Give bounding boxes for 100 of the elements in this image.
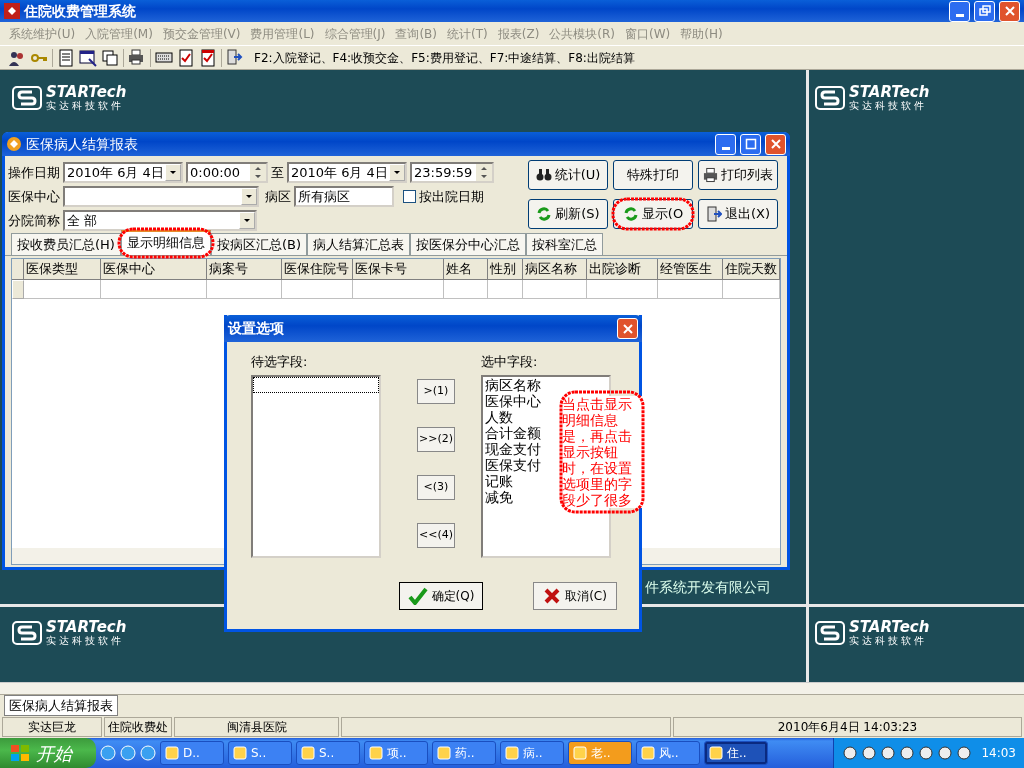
- app-icon: [301, 746, 315, 760]
- list-item[interactable]: 人数: [483, 408, 513, 425]
- toolbar-button[interactable]: 退出(X): [698, 198, 778, 229]
- tab[interactable]: 按医保分中心汇总: [410, 232, 526, 255]
- column-header[interactable]: 医保住院号: [282, 259, 354, 280]
- list-item[interactable]: 医保中心: [483, 392, 541, 409]
- logo-icon: [12, 621, 42, 645]
- checkmark-icon: [407, 586, 428, 605]
- refresh-icon: [622, 205, 639, 222]
- cancel-button[interactable]: 取消(C): [533, 581, 617, 610]
- move-button[interactable]: <<(4): [417, 523, 455, 548]
- taskbar-button[interactable]: 病..: [500, 741, 564, 765]
- list-item[interactable]: 合计金额: [483, 424, 541, 441]
- dropdown-field[interactable]: [63, 186, 259, 207]
- binoculars-icon: [535, 167, 552, 183]
- minimize-button[interactable]: [949, 0, 970, 22]
- dropdown-field[interactable]: 全 部: [63, 210, 257, 231]
- column-header[interactable]: 住院天数: [722, 259, 780, 280]
- checklist-icon[interactable]: [177, 48, 195, 67]
- logo-wordmark: STARTech: [46, 85, 127, 100]
- close-icon: [768, 137, 783, 151]
- close-button[interactable]: [999, 0, 1020, 22]
- list-item[interactable]: 医保支付: [483, 456, 541, 473]
- logo-subtitle: 实达科技软件: [46, 100, 125, 111]
- horizontal-scrollbar[interactable]: [0, 682, 1024, 694]
- taskbar-button[interactable]: 项..: [364, 741, 428, 765]
- column-header[interactable]: 医保中心: [100, 259, 208, 280]
- status-panel: 住院收费处: [104, 717, 172, 737]
- tab[interactable]: 按科室汇总: [526, 232, 603, 255]
- minimize-button[interactable]: [715, 133, 736, 155]
- window-icon[interactable]: [79, 48, 97, 67]
- column-header[interactable]: 经管医生: [657, 259, 723, 280]
- ok-button[interactable]: 确定(Q): [399, 581, 483, 610]
- app-icon: [369, 746, 383, 760]
- taskbar-button[interactable]: S..: [228, 741, 292, 765]
- restore-button[interactable]: [974, 0, 995, 22]
- copy-icon[interactable]: [101, 48, 119, 67]
- toolbar-button[interactable]: 刷新(S): [528, 198, 608, 229]
- minimize-icon: [721, 147, 730, 150]
- move-button[interactable]: >(1): [417, 379, 455, 404]
- dropdown-arrow-icon[interactable]: [243, 218, 251, 223]
- list-item[interactable]: 减免: [483, 488, 513, 505]
- field-label: 分院简称: [8, 211, 60, 230]
- logo-icon: [815, 86, 845, 110]
- taskbar-button[interactable]: 风..: [636, 741, 700, 765]
- date-picker[interactable]: 2010年 6月 4日: [63, 162, 183, 183]
- time-field[interactable]: 23:59:59: [410, 162, 494, 183]
- toolbar-button[interactable]: 特殊打印: [613, 160, 693, 190]
- status-panel: 闽清县医院: [174, 717, 339, 737]
- dropdown-arrow-icon[interactable]: [169, 170, 177, 175]
- text-field[interactable]: 所有病区: [294, 186, 394, 207]
- list-item[interactable]: 现金支付: [483, 440, 541, 457]
- app-icon: [4, 3, 20, 19]
- window-title: 住院收费管理系统: [24, 1, 137, 21]
- tab[interactable]: 按病区汇总(B): [210, 232, 307, 255]
- column-header[interactable]: 姓名: [443, 259, 489, 280]
- logo-subtitle: 实达科技软件: [46, 635, 125, 646]
- taskbar-button[interactable]: S..: [296, 741, 360, 765]
- time-field[interactable]: 0:00:00: [186, 162, 268, 183]
- tab[interactable]: 按收费员汇总(H): [11, 232, 121, 255]
- field-label: 操作日期: [8, 163, 60, 182]
- close-button[interactable]: [617, 318, 638, 339]
- toolbar-button[interactable]: 统计(U): [528, 160, 608, 190]
- door-icon[interactable]: [226, 48, 244, 67]
- annotation-note: 当点击显示明细信息是，再点击显示按钮时，在设置选项里的字段少了很多: [562, 396, 642, 508]
- app-icon: [165, 746, 179, 760]
- document-icon[interactable]: [57, 48, 75, 67]
- window-title: 医保病人结算报表: [26, 134, 139, 154]
- restore-icon: [977, 4, 992, 18]
- move-button[interactable]: <(3): [417, 475, 455, 500]
- app-icon: [437, 746, 451, 760]
- list-item[interactable]: 病区名称: [483, 376, 541, 393]
- column-header[interactable]: 医保卡号: [353, 259, 444, 280]
- move-button[interactable]: >>(2): [417, 427, 455, 452]
- taskbar-button[interactable]: D..: [160, 741, 224, 765]
- field-label: 至: [271, 163, 284, 182]
- close-button[interactable]: [765, 133, 786, 155]
- logo-subtitle: 实达科技软件: [849, 635, 928, 646]
- taskbar-button[interactable]: 住..: [704, 741, 768, 765]
- refresh-icon: [536, 205, 553, 222]
- checklist-icon[interactable]: [199, 48, 217, 67]
- field-label: 病区: [265, 187, 291, 206]
- checkbox[interactable]: [403, 190, 416, 203]
- dropdown-arrow-icon[interactable]: [393, 170, 401, 175]
- column-header[interactable]: 性别: [488, 259, 523, 280]
- status-datetime: 2010年6月4日 14:03:23: [673, 717, 1022, 737]
- taskbar-button[interactable]: 药..: [432, 741, 496, 765]
- field-list[interactable]: [251, 374, 381, 558]
- toolbar-button[interactable]: 打印列表: [698, 160, 778, 190]
- column-header[interactable]: 医保类型: [23, 259, 101, 280]
- tab[interactable]: 医保病人结算报表: [4, 694, 118, 717]
- tab[interactable]: 病人结算汇总表: [307, 232, 410, 255]
- close-icon: [620, 321, 635, 336]
- column-header[interactable]: 病案号: [207, 259, 283, 280]
- maximize-button[interactable]: [740, 133, 761, 155]
- dropdown-arrow-icon[interactable]: [245, 194, 253, 199]
- date-picker[interactable]: 2010年 6月 4日: [287, 162, 407, 183]
- column-header[interactable]: 病区名称: [522, 259, 587, 280]
- list-item[interactable]: 记账: [483, 472, 513, 489]
- column-header[interactable]: 出院诊断: [586, 259, 658, 280]
